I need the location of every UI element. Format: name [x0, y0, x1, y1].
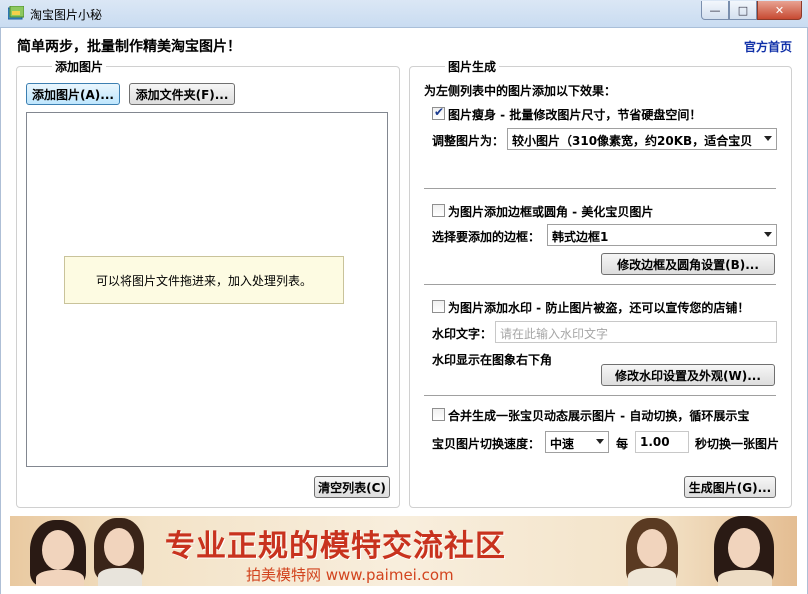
watermark-text-input[interactable]: [495, 321, 777, 343]
resize-label[interactable]: 图片瘦身 - 批量修改图片尺寸，节省硬盘空间！: [448, 106, 701, 123]
divider: [424, 284, 776, 286]
border-checkbox[interactable]: [432, 204, 445, 217]
effects-intro: 为左侧列表中的图片添加以下效果：: [424, 84, 617, 98]
merge-checkbox[interactable]: [432, 408, 445, 421]
border-select-label: 选择要添加的边框：: [432, 230, 541, 244]
banner-model-image-right-2: [700, 516, 790, 586]
merge-label[interactable]: 合并生成一张宝贝动态展示图片 - 自动切换，循环展示宝: [448, 407, 749, 424]
watermark-text-label: 水印文字：: [432, 327, 493, 341]
divider: [424, 395, 776, 397]
banner-model-image-right: [616, 516, 686, 586]
generate-group-title: 图片生成: [445, 58, 500, 75]
clear-list-button[interactable]: 清空列表(C): [314, 476, 390, 498]
minimize-icon: —: [709, 3, 721, 17]
ad-banner[interactable]: 专业正规的模特交流社区 拍美模特网 www.paimei.com: [10, 516, 797, 586]
app-icon: [8, 6, 24, 20]
banner-sub-text: 拍美模特网 www.paimei.com: [246, 566, 454, 584]
speed-select-value: 中速: [550, 437, 575, 451]
watermark-label[interactable]: 为图片添加水印 - 防止图片被盗，还可以宣传您的店铺！: [448, 299, 749, 316]
speed-select[interactable]: 中速: [545, 431, 609, 453]
size-select[interactable]: 较小图片（310像素宽，约20KB，适合宝贝: [507, 128, 777, 150]
chevron-down-icon: [596, 439, 604, 444]
home-link[interactable]: 官方首页: [744, 38, 792, 55]
watermark-checkbox[interactable]: [432, 300, 445, 313]
border-select[interactable]: 韩式边框1: [547, 224, 777, 246]
every-label: 每: [616, 437, 629, 451]
border-label[interactable]: 为图片添加边框或圆角 - 美化宝贝图片: [448, 203, 653, 220]
speed-label: 宝贝图片切换速度：: [432, 437, 541, 451]
chevron-down-icon: [764, 232, 772, 237]
title-bar[interactable]: 淘宝图片小秘 — □ ✕: [0, 0, 808, 28]
minimize-button[interactable]: —: [701, 1, 729, 20]
drop-hint: 可以将图片文件拖进来，加入处理列表。: [64, 256, 344, 304]
add-folder-button[interactable]: 添加文件夹(F)...: [129, 83, 235, 105]
size-label: 调整图片为：: [432, 134, 505, 148]
headline: 简单两步，批量制作精美淘宝图片！: [17, 39, 241, 55]
maximize-icon: □: [737, 3, 749, 17]
banner-model-image-left-2: [84, 516, 154, 586]
add-images-button[interactable]: 添加图片(A)...: [26, 83, 120, 105]
close-icon: ✕: [774, 3, 785, 17]
banner-main-text: 专业正规的模特交流社区: [165, 529, 506, 564]
divider: [424, 188, 776, 190]
resize-checkbox[interactable]: [432, 105, 445, 120]
border-select-value: 韩式边框1: [552, 230, 609, 244]
generate-button[interactable]: 生成图片(G)...: [684, 476, 776, 498]
size-select-value: 较小图片（310像素宽，约20KB，适合宝贝: [512, 134, 753, 148]
watermark-position-text: 水印显示在图象右下角: [432, 353, 553, 367]
chevron-down-icon: [764, 136, 772, 141]
add-images-group-title: 添加图片: [52, 58, 107, 75]
window-title: 淘宝图片小秘: [30, 8, 103, 22]
close-button[interactable]: ✕: [757, 1, 802, 20]
border-settings-button[interactable]: 修改边框及圆角设置(B)...: [601, 253, 775, 275]
watermark-settings-button[interactable]: 修改水印设置及外观(W)...: [601, 364, 775, 386]
maximize-button[interactable]: □: [729, 1, 757, 20]
interval-input[interactable]: 1.00: [635, 431, 689, 453]
interval-suffix: 秒切换一张图片: [695, 437, 780, 451]
